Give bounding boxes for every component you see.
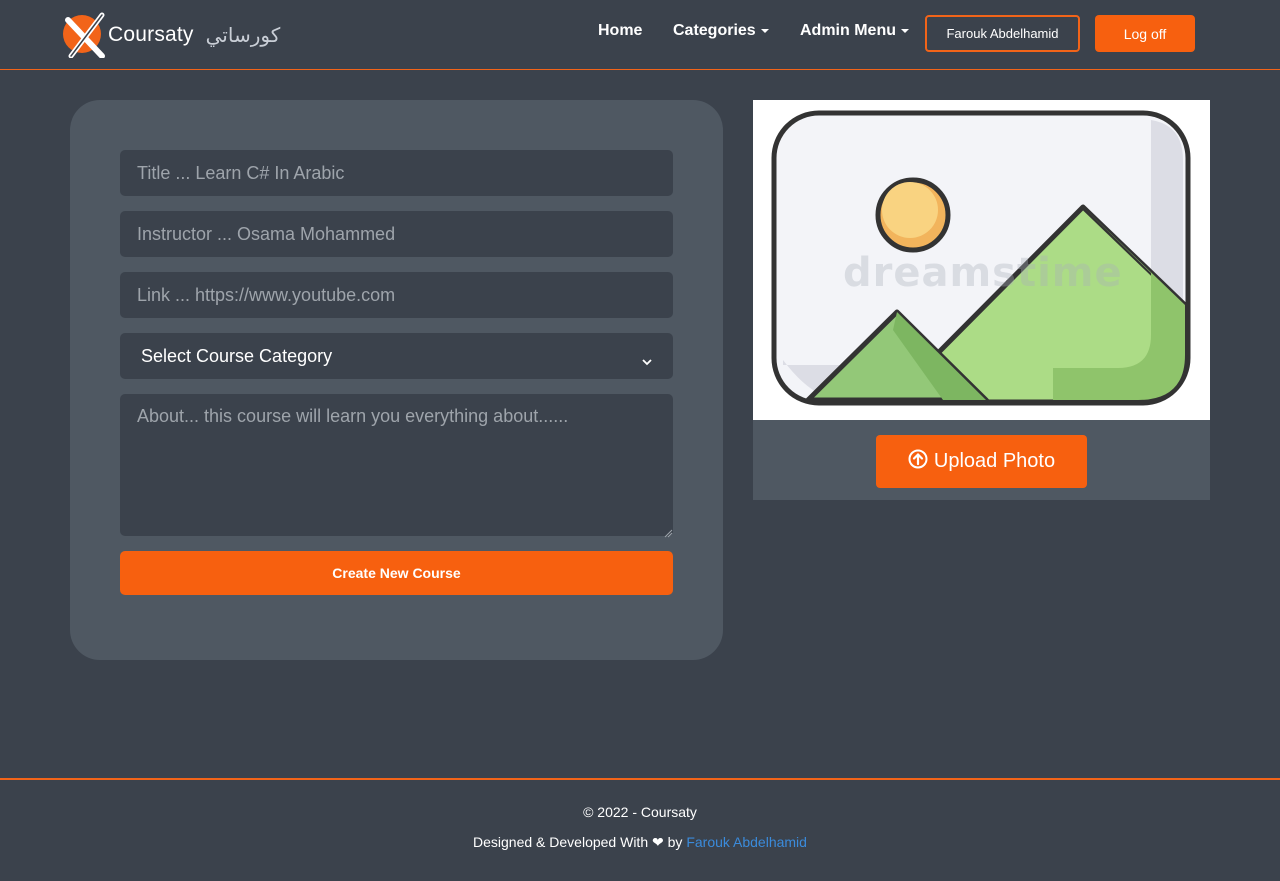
- title-input[interactable]: [120, 150, 673, 196]
- upload-arrow-circle-icon: [908, 449, 928, 475]
- nav-categories-label: Categories: [673, 22, 756, 39]
- instructor-input[interactable]: [120, 211, 673, 257]
- upload-photo-label: Upload Photo: [933, 450, 1056, 472]
- credit-line: Designed & Developed With ❤ by Farouk Ab…: [0, 834, 1280, 851]
- credit-by: by: [667, 834, 683, 850]
- brand-name-arabic: كورساتي: [205, 23, 281, 47]
- create-course-button[interactable]: Create New Course: [120, 551, 673, 595]
- nav-home-link[interactable]: Home: [598, 22, 642, 40]
- brand-name: Coursaty: [108, 23, 194, 46]
- resize-grip-icon[interactable]: [663, 525, 673, 538]
- nav-admin-menu-label: Admin Menu: [800, 22, 896, 39]
- create-course-form: Select Course Category Create New Course: [70, 100, 723, 660]
- caret-down-icon: [901, 28, 909, 33]
- copyright-text: © 2022 - Coursaty: [583, 804, 697, 820]
- footer: © 2022 - Coursaty Designed & Developed W…: [0, 778, 1280, 881]
- chevron-down-icon: [642, 351, 652, 366]
- about-textarea[interactable]: [120, 394, 673, 536]
- user-profile-button[interactable]: Farouk Abdelhamid: [925, 15, 1080, 52]
- nav-admin-menu-dropdown[interactable]: Admin Menu: [800, 22, 909, 40]
- coursaty-logo-icon: [62, 12, 108, 59]
- course-image-panel: dreamstime Upload Photo: [753, 100, 1210, 500]
- author-link[interactable]: Farouk Abdelhamid: [686, 834, 807, 850]
- navbar: Coursaty كورساتي Home Categories Admin M…: [0, 0, 1280, 70]
- category-select[interactable]: Select Course Category: [120, 333, 673, 379]
- nav-categories-dropdown[interactable]: Categories: [673, 22, 769, 40]
- image-watermark: dreamstime: [843, 250, 1123, 296]
- category-select-value: Select Course Category: [141, 345, 333, 366]
- link-input[interactable]: [120, 272, 673, 318]
- course-image-preview: dreamstime: [753, 100, 1210, 420]
- heart-icon: ❤: [652, 834, 664, 850]
- upload-photo-button[interactable]: Upload Photo: [876, 435, 1087, 488]
- caret-down-icon: [760, 28, 769, 33]
- logoff-button[interactable]: Log off: [1095, 15, 1195, 52]
- credit-prefix: Designed & Developed With: [473, 834, 649, 850]
- brand[interactable]: Coursaty كورساتي: [62, 11, 280, 59]
